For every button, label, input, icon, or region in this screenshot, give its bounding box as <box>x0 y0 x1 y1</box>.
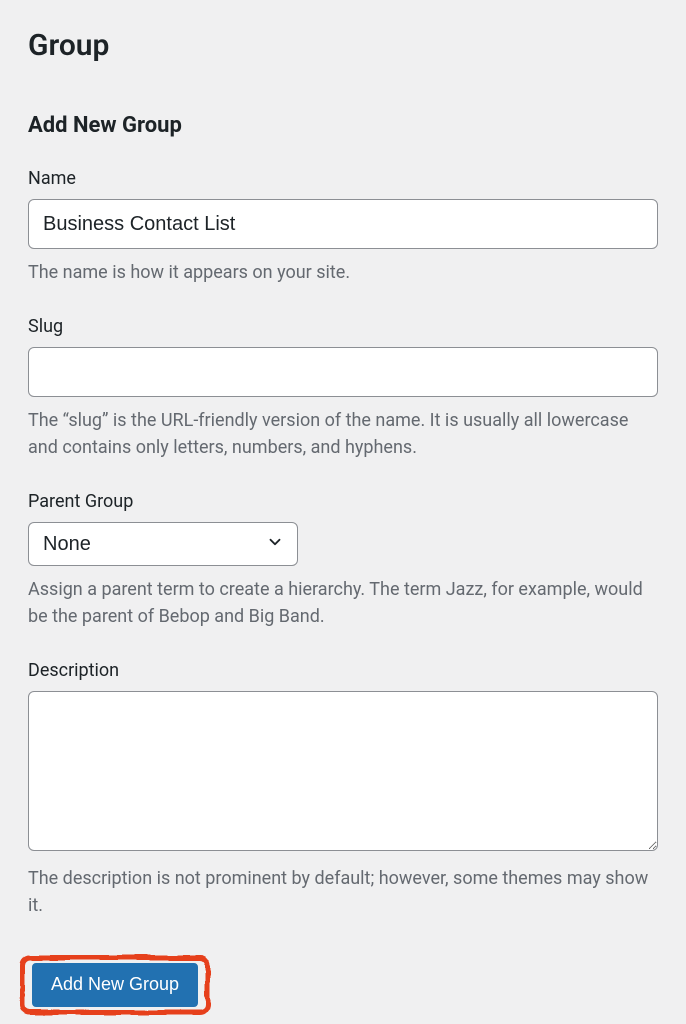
description-field: Description The description is not promi… <box>28 660 658 919</box>
form-section-title: Add New Group <box>28 113 658 138</box>
page-title: Group <box>28 20 658 63</box>
description-label: Description <box>28 660 658 681</box>
name-helper-text: The name is how it appears on your site. <box>28 259 658 286</box>
add-new-group-button[interactable]: Add New Group <box>32 963 198 1007</box>
submit-highlight-wrapper: Add New Group <box>20 955 210 1015</box>
slug-helper-text: The “slug” is the URL-friendly version o… <box>28 407 658 461</box>
slug-field: Slug The “slug” is the URL-friendly vers… <box>28 316 658 461</box>
parent-group-select-wrapper: None <box>28 522 298 566</box>
name-field: Name The name is how it appears on your … <box>28 168 658 286</box>
slug-label: Slug <box>28 316 658 337</box>
name-label: Name <box>28 168 658 189</box>
description-textarea[interactable] <box>28 691 658 851</box>
description-helper-text: The description is not prominent by defa… <box>28 865 658 919</box>
name-input[interactable] <box>28 199 658 249</box>
parent-group-label: Parent Group <box>28 491 658 512</box>
parent-group-field: Parent Group None Assign a parent term t… <box>28 491 658 630</box>
slug-input[interactable] <box>28 347 658 397</box>
parent-group-helper-text: Assign a parent term to create a hierarc… <box>28 576 658 630</box>
parent-group-select[interactable]: None <box>28 522 298 566</box>
